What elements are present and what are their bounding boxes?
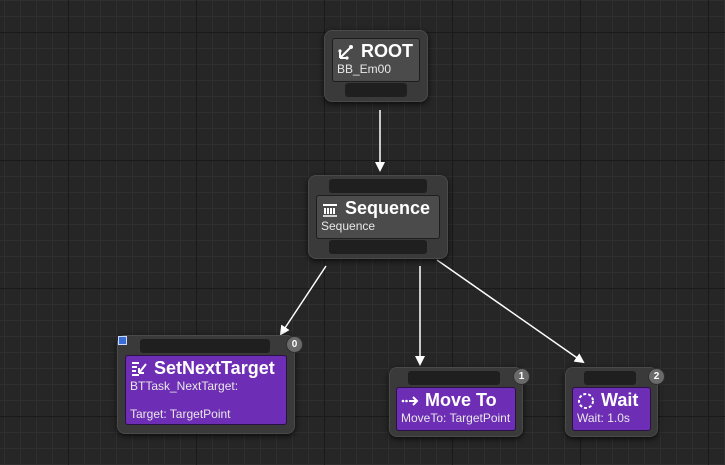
wait-icon [578,392,594,409]
set-next-target-target-key: Target: TargetPoint [130,407,231,421]
sequence-title: Sequence [345,198,431,218]
move-to-title: Move To [425,390,497,410]
sequence-node-body: Sequence Sequence [316,195,440,239]
sequence-output-pin[interactable] [329,240,427,254]
root-icon [338,44,353,60]
behavior-tree-graph[interactable]: ROOT BB_Em00 Sequence Sequence SetNextTa… [0,0,725,465]
wait-title: Wait [601,390,639,410]
execution-order-badge-0: 0 [286,336,303,353]
wire-sequence-to-wait [436,259,585,364]
move-to-input-pin[interactable] [408,371,500,385]
wire-sequence-to-set-next-target [279,265,327,336]
set-next-target-node-body: SetNextTarget BTTask_NextTarget: Target:… [125,355,287,425]
move-to-subtitle: MoveTo: TargetPoint [401,411,511,425]
execution-order-badge-2: 2 [648,368,665,385]
root-node[interactable]: ROOT BB_Em00 [324,30,428,102]
decorator-indicator-icon [118,336,127,345]
sequence-icon [323,203,337,217]
wait-node-body: Wait Wait: 1.0s [572,387,651,431]
set-next-target-task-class: BTTask_NextTarget: [130,379,239,393]
set-next-target-title: SetNextTarget [154,358,275,378]
sequence-input-pin[interactable] [329,179,427,193]
wait-input-pin[interactable] [584,371,636,385]
move-to-node-body: Move To MoveTo: TargetPoint [396,387,516,431]
set-next-target-input-pin[interactable] [140,339,270,353]
wait-node[interactable]: Wait Wait: 1.0s [565,367,658,437]
root-title: ROOT [361,41,413,61]
wait-subtitle: Wait: 1.0s [577,411,630,425]
set-next-target-node[interactable]: SetNextTarget BTTask_NextTarget: Target:… [117,335,295,434]
root-node-body: ROOT BB_Em00 [332,38,420,82]
set-target-icon [132,361,147,376]
move-to-node[interactable]: Move To MoveTo: TargetPoint [389,367,523,437]
sequence-subtitle: Sequence [321,219,376,233]
root-output-pin[interactable] [345,83,407,97]
execution-order-badge-1: 1 [513,368,530,385]
move-to-icon [401,395,419,406]
root-subtitle: BB_Em00 [337,62,392,76]
sequence-node[interactable]: Sequence Sequence [308,175,448,259]
